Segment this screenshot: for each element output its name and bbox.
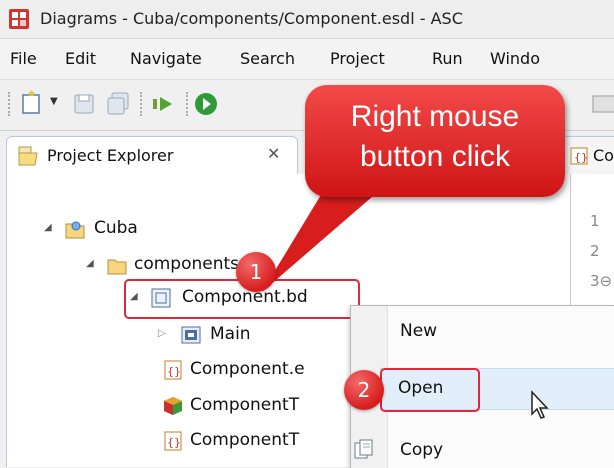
save-all-icon[interactable]	[104, 90, 132, 118]
tree-item-label: components	[134, 254, 240, 274]
block-diagram-icon	[151, 288, 171, 308]
menu-navigate[interactable]: Navigate	[130, 49, 202, 68]
new-icon[interactable]	[18, 90, 46, 118]
callout-line-2: button click	[359, 140, 511, 173]
step-badge-2: 2	[344, 370, 384, 410]
line-number: 1	[590, 212, 600, 230]
close-icon[interactable]: ✕	[267, 144, 280, 163]
toolbar-separator	[186, 92, 189, 116]
tab-editor[interactable]: {} Co	[560, 136, 614, 175]
app-icon	[9, 9, 29, 29]
svg-text:{}: {}	[574, 151, 588, 164]
chevron-down-icon[interactable]: ▼	[50, 96, 58, 107]
svg-text:{}: {}	[167, 365, 181, 378]
collapsed-icon[interactable]: ▷	[158, 328, 166, 339]
menu-run[interactable]: Run	[432, 49, 463, 68]
copy-icon	[354, 439, 373, 459]
save-icon[interactable]	[70, 90, 98, 118]
esdl-file-icon: {}	[164, 431, 182, 451]
tree-item-label: Main	[210, 324, 251, 344]
diagram-file-icon: {}	[570, 147, 588, 165]
callout-text: Right mouse button click	[305, 97, 565, 177]
expand-icon[interactable]: ◢	[44, 222, 52, 233]
expand-icon[interactable]: ◢	[130, 291, 138, 302]
menu-project[interactable]: Project	[330, 49, 385, 68]
svg-text:{}: {}	[167, 436, 181, 449]
callout-line-1: Right mouse	[350, 100, 520, 133]
cube-icon	[164, 397, 182, 415]
expand-icon[interactable]: ◢	[86, 258, 94, 269]
context-menu-new[interactable]: New	[400, 321, 437, 341]
toolbar-icon[interactable]	[590, 90, 614, 118]
run-icon[interactable]	[192, 90, 220, 118]
menu-search[interactable]: Search	[240, 49, 295, 68]
menu-window[interactable]: Windo	[490, 49, 540, 68]
project-explorer-label: Project Explorer	[47, 146, 174, 165]
window-title: Diagrams - Cuba/components/Component.esd…	[40, 9, 463, 28]
menu-file[interactable]: File	[10, 49, 37, 68]
tree-item-label: ComponentT	[190, 430, 300, 450]
editor-tab-label: Co	[593, 146, 614, 165]
callout-bubble: Right mouse button click	[305, 85, 565, 197]
open-item-highlight-box	[380, 368, 480, 412]
tab-project-explorer[interactable]: Project Explorer ✕	[6, 136, 298, 175]
folder-icon	[107, 259, 127, 275]
project-icon	[65, 221, 85, 239]
menu-edit[interactable]: Edit	[65, 49, 96, 68]
menu-bar: File Edit Navigate Search Project Run Wi…	[0, 39, 614, 80]
tree-item-label: Component.bd	[182, 287, 308, 307]
line-number: 2	[590, 242, 600, 260]
line-number: 3⊖	[590, 272, 613, 290]
tree-item-label: Cuba	[94, 218, 138, 238]
toolbar-separator	[140, 92, 143, 116]
tree-item-label: Component.e	[190, 359, 305, 379]
debug-icon[interactable]	[150, 90, 178, 118]
main-block-icon	[181, 326, 201, 344]
tree-item-label: ComponentT	[190, 395, 300, 415]
project-explorer-icon	[18, 146, 38, 166]
esdl-file-icon: {}	[164, 360, 182, 380]
context-menu-copy[interactable]: Copy	[400, 440, 443, 460]
toolbar-separator	[8, 92, 11, 116]
step-badge-1: 1	[236, 252, 276, 292]
window-titlebar: Diagrams - Cuba/components/Component.esd…	[0, 0, 614, 39]
mouse-cursor-icon	[531, 390, 549, 419]
